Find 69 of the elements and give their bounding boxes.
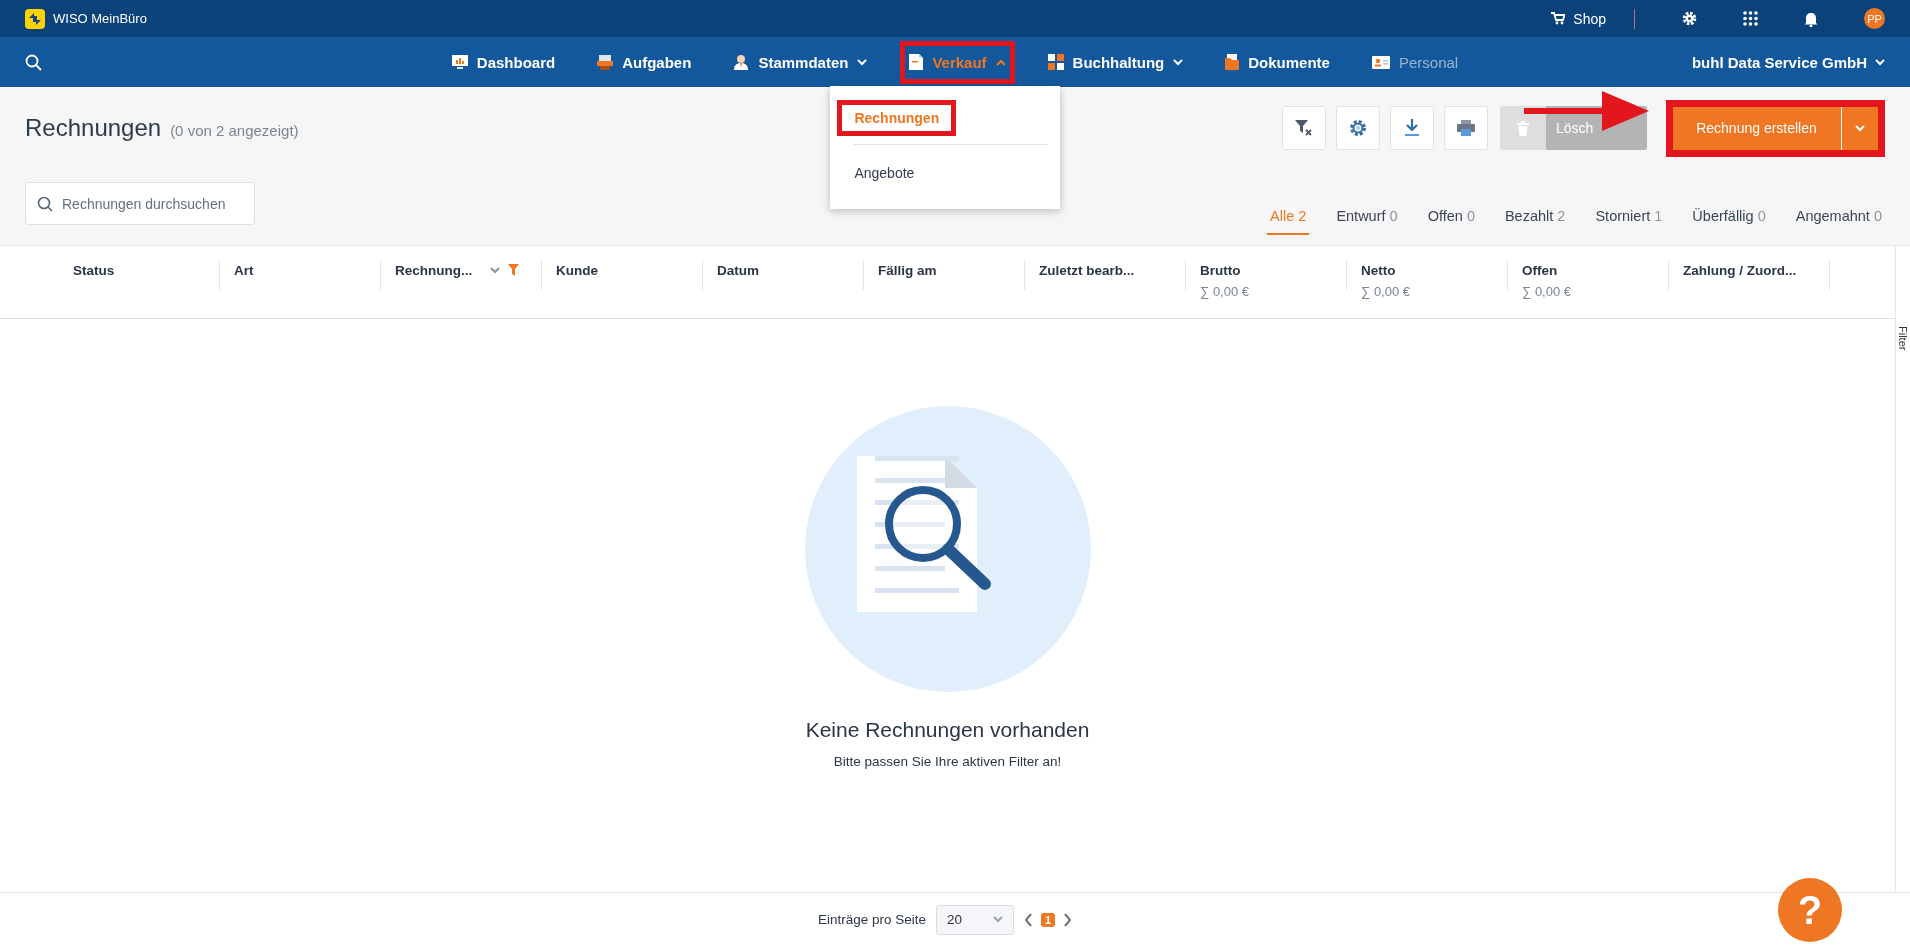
empty-state-hint: Bitte passen Sie Ihre aktiven Filter an! [833, 754, 1062, 769]
folder-icon [1225, 54, 1240, 70]
page-size-label: Einträge pro Seite [817, 912, 926, 927]
document-icon [909, 54, 924, 70]
sort-icon [490, 266, 501, 274]
caret-icon [995, 58, 1006, 66]
nav-tab[interactable]: Aufgaben [588, 40, 701, 84]
column-header[interactable]: Netto [1361, 262, 1396, 278]
company-menu[interactable]: buhl Data Service GmbH [1691, 53, 1885, 71]
grid-icon [1047, 54, 1064, 70]
filter-side-tab[interactable]: Filter [1897, 326, 1909, 351]
person-icon [733, 54, 750, 70]
column-header[interactable]: Brutto [1200, 262, 1241, 278]
menu-item[interactable]: Angebote [837, 154, 932, 191]
monitor-icon [451, 55, 468, 69]
caret-icon [1875, 58, 1885, 66]
cart-icon [1551, 12, 1566, 25]
column-header[interactable]: Rechnung... [395, 262, 473, 278]
column-header[interactable]: Zahlung / Zuord... [1683, 262, 1797, 278]
column-header[interactable]: Offen [1522, 262, 1558, 278]
column-header[interactable]: Kunde [556, 262, 598, 278]
status-tab[interactable]: Entwurf 0 [1333, 208, 1401, 235]
column-sum: ∑ 0,00 € [1361, 284, 1412, 299]
toolbar-button[interactable] [1444, 106, 1488, 150]
search-icon[interactable] [25, 53, 42, 71]
next-page-icon[interactable] [1063, 912, 1073, 927]
nav-tab[interactable]: Buchhaltung [1038, 40, 1193, 84]
trash-icon [1517, 120, 1529, 136]
shop-link[interactable]: Shop [1551, 10, 1606, 27]
column-sum: ∑ 0,00 € [1200, 284, 1251, 299]
download-icon [1404, 119, 1420, 137]
logo-icon [25, 8, 45, 29]
filter-icon[interactable] [508, 264, 520, 276]
id-card-icon [1371, 55, 1390, 69]
search-field[interactable]: Rechnungen durchsuchen [25, 182, 255, 225]
page-size-select[interactable]: 20 [935, 904, 1014, 935]
stack-icon [597, 54, 614, 70]
previous-page-icon[interactable] [1023, 912, 1033, 927]
page-title: Rechnungen [25, 114, 162, 142]
column-header[interactable]: Zuletzt bearb... [1039, 262, 1135, 278]
status-tab[interactable]: Bezahlt 2 [1501, 208, 1569, 235]
printer-icon [1457, 120, 1475, 136]
apps-grid-icon[interactable] [1743, 11, 1758, 26]
app-name: WISO MeinBüro [53, 11, 147, 26]
status-tab[interactable]: Angemahnt 0 [1792, 208, 1885, 235]
nav-tab[interactable]: Dashboard [442, 40, 565, 84]
result-count: (0 von 2 angezeigt) [170, 122, 299, 139]
column-sum: ∑ 0,00 € [1522, 284, 1573, 299]
filter-clear-icon [1295, 120, 1313, 136]
caret-icon [1855, 124, 1865, 132]
empty-state-title: Keine Rechnungen vorhanden [805, 718, 1090, 742]
toolbar-button[interactable] [1336, 106, 1380, 150]
caret-icon [992, 916, 1003, 923]
nav-tab[interactable]: Dokumente [1216, 40, 1339, 84]
settings-icon[interactable] [1682, 11, 1697, 26]
settings-icon [1349, 119, 1367, 137]
column-header[interactable]: Status [73, 262, 115, 278]
bell-icon[interactable] [1804, 10, 1818, 27]
column-header[interactable]: Fällig am [878, 262, 937, 278]
toolbar-button[interactable] [1282, 106, 1326, 150]
column-header[interactable]: Art [234, 262, 254, 278]
column-header[interactable]: Datum [717, 262, 759, 278]
status-tab[interactable]: Offen 0 [1424, 208, 1478, 235]
nav-tab[interactable]: Stammdaten [724, 40, 877, 84]
toolbar-button[interactable] [1390, 106, 1434, 150]
caret-icon [857, 58, 868, 66]
status-tab[interactable]: Storniert 1 [1592, 208, 1666, 235]
status-tab[interactable]: Überfällig 0 [1689, 208, 1769, 235]
caret-icon [1173, 58, 1184, 66]
